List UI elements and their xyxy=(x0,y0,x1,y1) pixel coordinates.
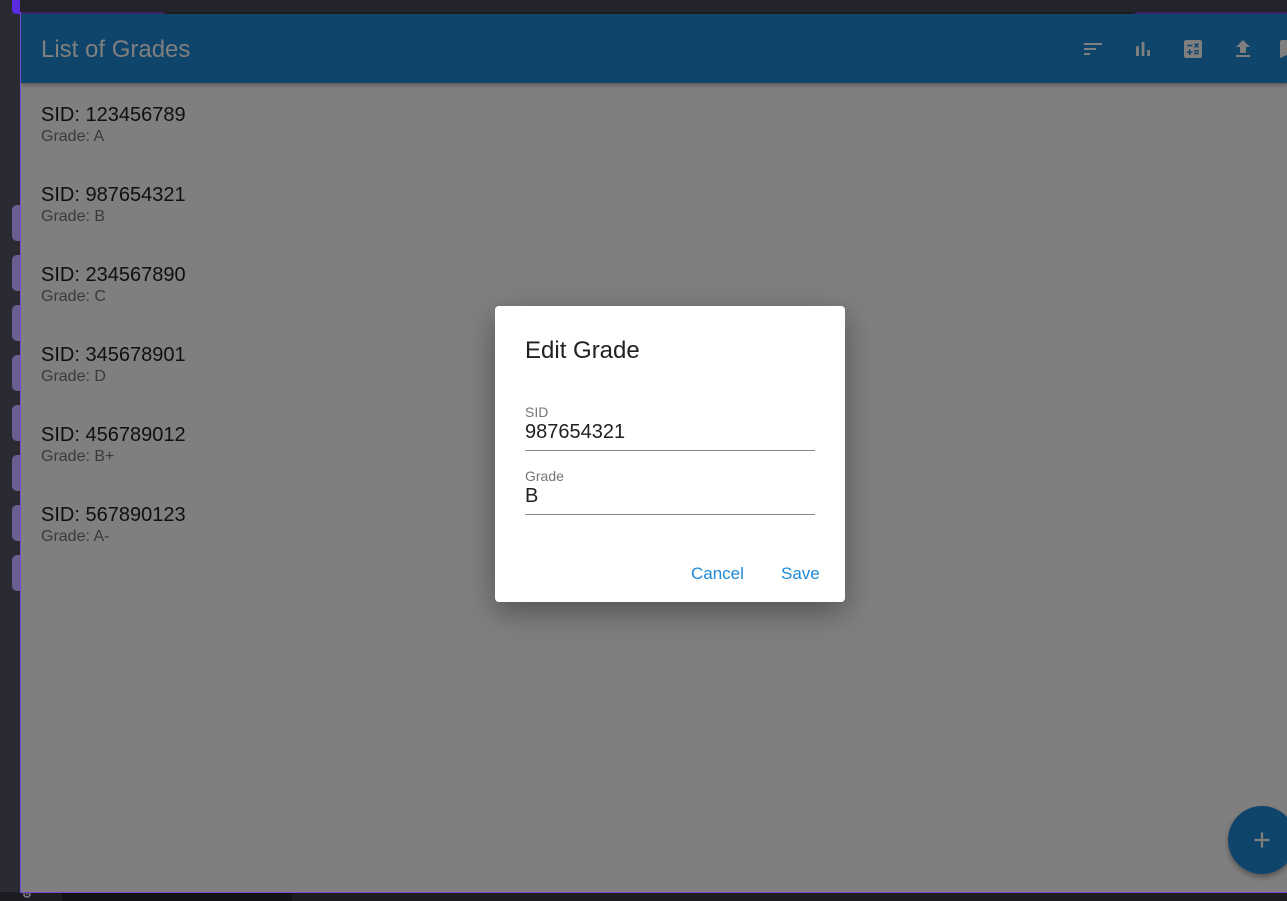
grade-label: Grade xyxy=(525,468,564,484)
sid-input[interactable]: 987654321 xyxy=(525,420,815,450)
cancel-button[interactable]: Cancel xyxy=(691,564,744,584)
grade-field[interactable]: Grade B xyxy=(525,468,815,515)
app-window: List of Grades SID: 123456789 Grade: A S… xyxy=(20,12,1287,893)
host-accent xyxy=(12,0,20,14)
sid-field[interactable]: SID 987654321 xyxy=(525,404,815,451)
save-button[interactable]: Save xyxy=(781,564,820,584)
edit-grade-dialog: Edit Grade SID 987654321 Grade B Cancel … xyxy=(495,306,845,602)
grade-input[interactable]: B xyxy=(525,484,815,514)
host-panel xyxy=(62,892,292,901)
host-sidebar xyxy=(0,0,20,901)
sid-label: SID xyxy=(525,404,549,420)
dialog-title: Edit Grade xyxy=(525,337,640,364)
host-status-bar: ⚙ xyxy=(0,888,1287,901)
